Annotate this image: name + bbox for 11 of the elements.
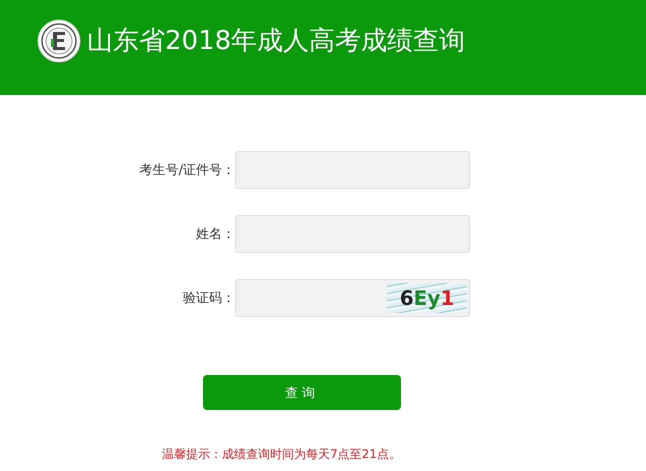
captcha-image[interactable]: 6Ey1 <box>387 283 467 313</box>
input-field[interactable] <box>235 151 470 189</box>
field-label: 验证码： <box>182 290 235 307</box>
query-button[interactable]: 查询 <box>203 375 401 410</box>
input-field[interactable] <box>235 215 470 253</box>
page-title: 山东省2018年成人高考成绩查询 <box>87 25 466 58</box>
field-label: 考生号/证件号： <box>138 162 235 179</box>
input-field[interactable]: 6Ey1 <box>235 279 470 317</box>
logo-icon <box>37 18 81 62</box>
field-label: 姓名： <box>195 226 235 243</box>
notice-text: 温馨提示：成绩查询时间为每天7点至21点。 <box>162 446 402 463</box>
